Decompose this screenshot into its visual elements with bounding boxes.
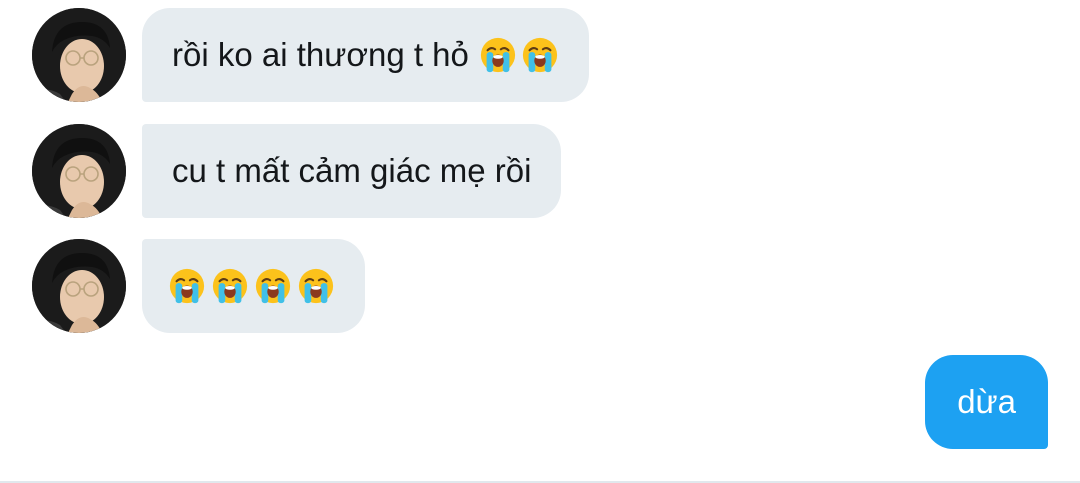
loudly-crying-face-icon [479, 36, 517, 74]
loudly-crying-face-icon [168, 267, 206, 305]
conversation-view: rồi ko ai thương t hỏ cu t mất cảm giác … [0, 0, 1080, 483]
loudly-crying-face-icon [297, 267, 335, 305]
message-text: cu t mất cảm giác mẹ rồi [172, 152, 532, 189]
message-text: dừa [957, 383, 1016, 420]
message-bubble[interactable]: cu t mất cảm giác mẹ rồi [142, 124, 562, 218]
avatar[interactable] [32, 8, 126, 102]
avatar[interactable] [32, 239, 126, 333]
loudly-crying-face-icon [254, 267, 292, 305]
loudly-crying-face-icon [521, 36, 559, 74]
message-bubble[interactable] [142, 239, 365, 333]
message-bubble[interactable]: rồi ko ai thương t hỏ [142, 8, 589, 102]
message-text: rồi ko ai thương t hỏ [172, 36, 469, 73]
avatar[interactable] [32, 124, 126, 218]
outgoing-message-bubble[interactable]: dừa [925, 355, 1048, 449]
loudly-crying-face-icon [211, 267, 249, 305]
